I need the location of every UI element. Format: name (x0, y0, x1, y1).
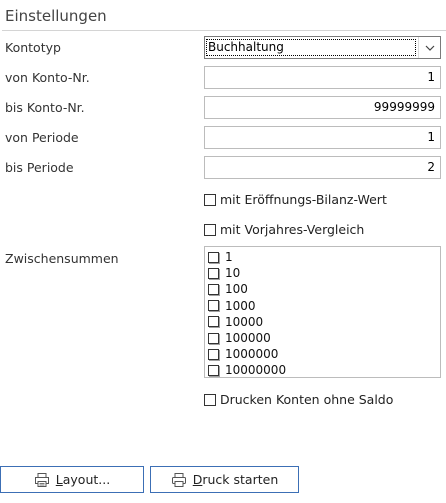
list-item-label: 10000 (225, 314, 264, 329)
list-item[interactable]: 1 (208, 249, 440, 265)
eroeffnung-checkbox[interactable]: mit Eröffnungs-Bilanz-Wert (204, 192, 387, 207)
zwischensummen-label: Zwischensummen (5, 251, 119, 266)
kontotyp-value: Buchhaltung (206, 39, 416, 56)
layout-icon (34, 472, 49, 487)
checkbox-box[interactable] (208, 364, 219, 376)
section-title: Einstellungen (5, 7, 107, 25)
list-item-label: 100 (225, 282, 248, 297)
checkbox-box[interactable] (208, 316, 219, 328)
checkbox-box[interactable] (208, 251, 219, 263)
layout-button-label: Layout... (55, 472, 111, 487)
bis-periode-input[interactable]: 2 (204, 156, 441, 179)
druck-starten-button[interactable]: Druck starten (150, 466, 299, 493)
bis-konto-input[interactable]: 99999999 (204, 96, 441, 119)
bis-konto-label: bis Konto-Nr. (5, 100, 85, 115)
layout-button[interactable]: Layout... (0, 466, 144, 493)
list-item[interactable]: 10000 (208, 314, 440, 330)
section-divider (2, 30, 446, 31)
von-periode-label: von Periode (5, 130, 79, 145)
ohne-saldo-checkbox[interactable]: Drucken Konten ohne Saldo (204, 392, 393, 407)
checkbox-box[interactable] (208, 300, 219, 312)
checkbox-box[interactable] (204, 193, 216, 206)
list-item[interactable]: 100000 (208, 330, 440, 346)
von-konto-input[interactable]: 1 (204, 66, 441, 89)
list-item-label: 1 (225, 250, 233, 265)
zwischensummen-list[interactable]: 1 10 100 1000 10000 100000 1000000 10000… (204, 246, 441, 378)
checkbox-box[interactable] (208, 267, 219, 279)
list-item-label: 10000000 (225, 363, 287, 378)
von-periode-input[interactable]: 1 (204, 126, 441, 149)
checkbox-box[interactable] (204, 393, 216, 406)
eroeffnung-label: mit Eröffnungs-Bilanz-Wert (220, 192, 387, 207)
printer-icon (171, 472, 186, 487)
druck-button-label: Druck starten (192, 472, 279, 487)
list-item[interactable]: 1000 (208, 298, 440, 314)
list-item-label: 10 (225, 266, 241, 281)
chevron-down-icon[interactable] (418, 37, 440, 58)
list-item-label: 100000 (225, 331, 271, 346)
kontotyp-label: Kontotyp (5, 40, 61, 55)
checkbox-box[interactable] (204, 223, 216, 236)
list-item[interactable]: 100 (208, 281, 440, 297)
checkbox-box[interactable] (208, 348, 219, 360)
checkbox-box[interactable] (208, 332, 219, 344)
vorjahr-label: mit Vorjahres-Vergleich (220, 222, 365, 237)
list-item-label: 1000000 (225, 347, 279, 362)
vorjahr-checkbox[interactable]: mit Vorjahres-Vergleich (204, 222, 364, 237)
list-item[interactable]: 10 (208, 265, 440, 281)
list-item-label: 1000 (225, 298, 256, 313)
list-item[interactable]: 10000000 (208, 362, 440, 378)
ohne-saldo-label: Drucken Konten ohne Saldo (220, 392, 394, 407)
von-konto-label: von Konto-Nr. (5, 70, 90, 85)
bis-periode-label: bis Periode (5, 160, 74, 175)
checkbox-box[interactable] (208, 283, 219, 295)
list-item[interactable]: 1000000 (208, 346, 440, 362)
kontotyp-select[interactable]: Buchhaltung (204, 36, 441, 59)
